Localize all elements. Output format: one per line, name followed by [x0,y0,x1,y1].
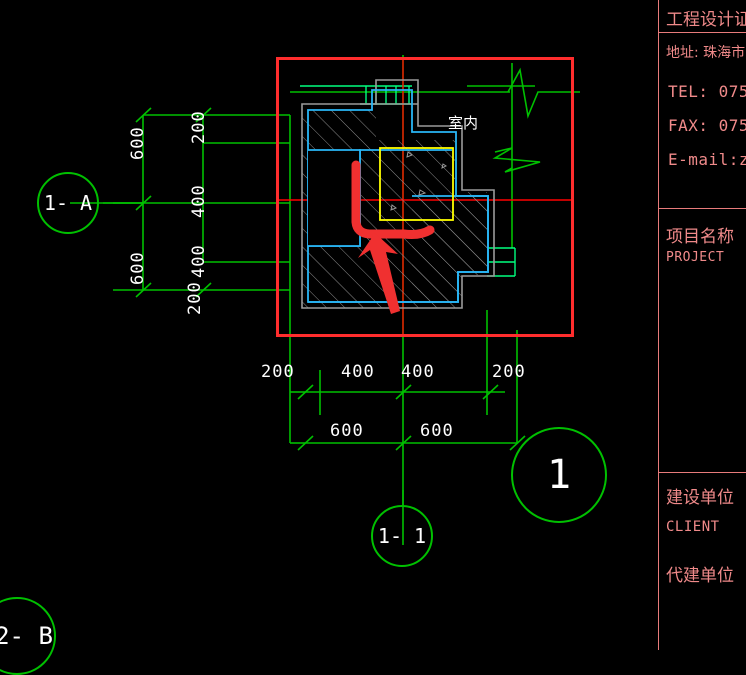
dim-bottom-outer-600-left: 600 [330,421,364,441]
grid-bubble-1-1-label: 1- 1 [377,524,427,548]
grid-bubble-2-b-label: 2- B [0,622,53,650]
indoor-label: 室内 [448,114,479,132]
dim-bottom-inner-200-left: 200 [261,362,295,382]
dim-bottom-inner-200-right: 200 [492,362,526,382]
dim-left-inner-200: 200 [189,110,209,144]
dim-left-inner-400-upper: 400 [189,184,209,218]
grid-bubble-1-1[interactable]: 1- 1 [371,505,433,567]
title-block-panel: 工程设计证 地址: 珠海市 TEL: 075 FAX: 075 E-mail:z… [658,0,746,650]
grid-bubble-1-a[interactable]: 1- A [37,172,99,234]
dim-left-outer-600-bottom: 600 [128,251,148,285]
project-label-en: PROJECT [666,250,725,265]
tel-text: TEL: 075 [668,82,746,101]
dim-bottom-inner-400-right: 400 [401,362,435,382]
dim-left-inner-400-lower: 400 [189,244,209,278]
client-label-cn: 建设单位 [666,488,734,508]
cert-title-text: 工程设计证 [666,10,746,30]
client-label-en: CLIENT [666,519,720,535]
address-text: 地址: 珠海市 [666,45,746,61]
grid-bubble-1-a-label: 1- A [43,191,93,215]
title-block-divider [658,0,659,650]
fax-text: FAX: 075 [668,116,746,135]
title-block-rule-3 [658,472,746,473]
dim-left-lower-200: 200 [185,281,205,315]
dim-left-outer-600-top: 600 [128,126,148,160]
detail-callout-label: 1 [546,452,572,498]
agent-label-cn: 代建单位 [666,566,734,586]
selection-rectangle[interactable] [276,57,574,337]
dim-bottom-inner-400-left: 400 [341,362,375,382]
cad-drawing-viewport[interactable]: 600 600 200 400 400 200 200 400 400 200 … [0,0,746,675]
dim-bottom-outer-600-right: 600 [420,421,454,441]
detail-callout-bubble[interactable]: 1 [511,427,607,523]
project-label-cn: 项目名称 [666,227,734,247]
title-block-rule-1 [658,32,746,33]
title-block-rule-2 [658,208,746,209]
email-text: E-mail:z [668,150,746,169]
